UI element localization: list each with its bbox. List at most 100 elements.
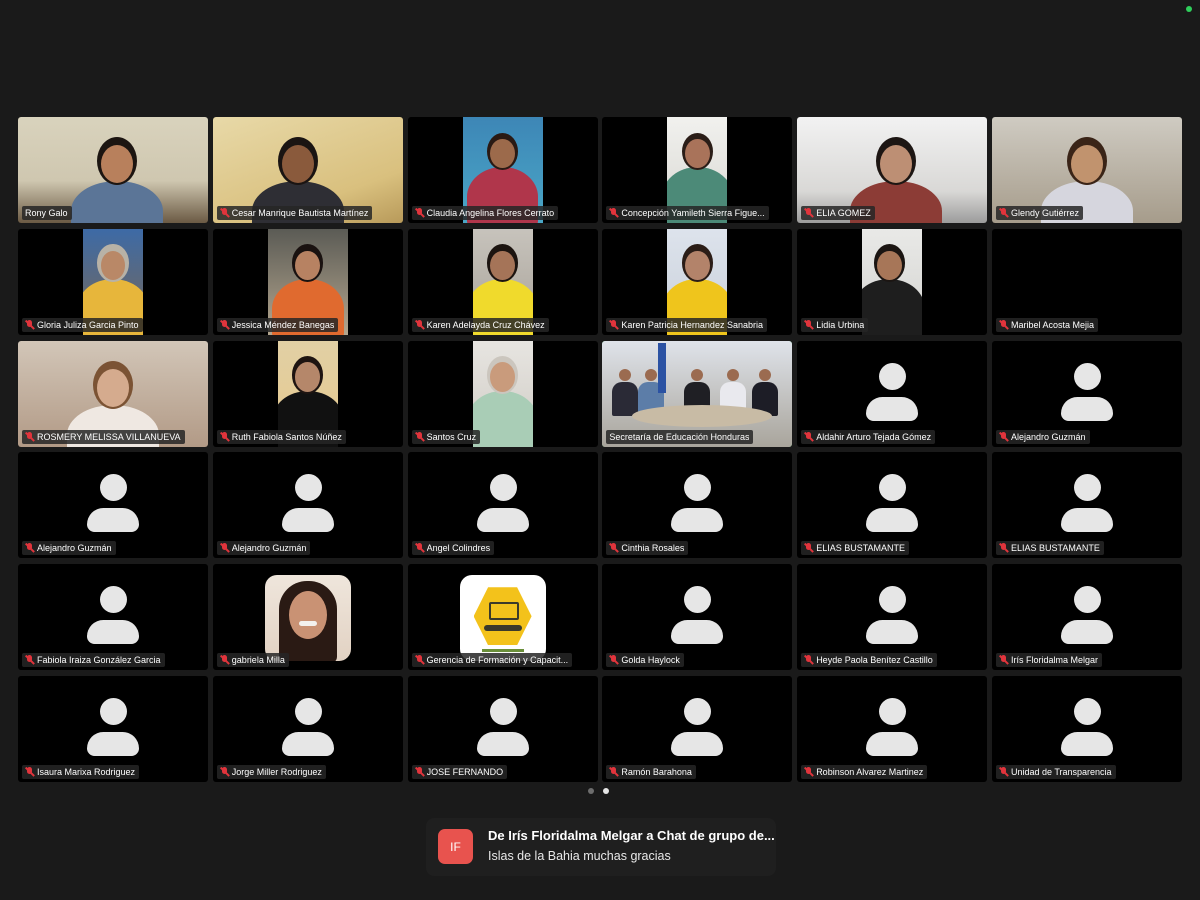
participant-tile-18[interactable]: Alejandro Guzmán: [991, 340, 1182, 447]
participant-name-label: Concepción Yamileth Sierra Figue...: [606, 206, 769, 220]
chat-notification-message: Islas de la Bahia muchas gracias: [488, 849, 671, 863]
muted-mic-icon: [415, 766, 424, 777]
participant-tile-31[interactable]: Isaura Marixa Rodriguez: [18, 675, 208, 782]
participant-tile-33[interactable]: JOSE FERNANDO: [407, 675, 598, 782]
participant-tile-20[interactable]: Alejandro Guzmán: [212, 452, 403, 559]
participant-tile-30[interactable]: Irís Floridalma Melgar: [991, 564, 1182, 671]
participant-tile-36[interactable]: Unidad de Transparencia: [991, 675, 1182, 782]
participant-grid: Rony Galo Cesar Manrique Bautista Martíne…: [18, 117, 1182, 782]
pager-dot-page-1[interactable]: [588, 788, 594, 794]
participant-name: gabriela Milla: [231, 655, 285, 666]
participant-name-label: Karen Patricia Hernandez Sanabria: [606, 317, 767, 332]
default-avatar-icon: [1060, 697, 1113, 760]
muted-mic-icon: [999, 655, 1008, 665]
participant-tile-17[interactable]: Aldahir Arturo Tejada Gómez: [797, 340, 988, 447]
participant-name: Cesar Manrique Bautista Martínez: [231, 208, 369, 218]
participant-name: Concepción Yamileth Sierra Figue...: [621, 208, 765, 218]
participant-tile-8[interactable]: Jessica Méndez Banegas: [212, 228, 403, 335]
participant-name: Karen Adelayda Cruz Chávez: [426, 319, 545, 330]
muted-mic-icon: [609, 543, 618, 553]
participant-tile-14[interactable]: Ruth Fabiola Santos Núñez: [212, 340, 403, 447]
participant-tile-16[interactable]: Secretaría de Educación Honduras: [602, 340, 793, 447]
muted-mic-icon: [999, 766, 1008, 777]
participant-name: ELIA GOMEZ: [816, 208, 871, 218]
default-avatar-icon: [671, 586, 724, 648]
participant-tile-32[interactable]: Jorge Miller Rodriguez: [212, 675, 403, 782]
participant-name: Santos Cruz: [426, 431, 477, 442]
participant-tile-25[interactable]: Fabiola Iraiza González Garcia: [18, 564, 208, 671]
participant-name: Alejandro Guzmán: [231, 543, 307, 554]
participant-tile-5[interactable]: ELIA GOMEZ: [797, 117, 988, 223]
participant-tile-6[interactable]: Glendy Gutiérrez: [991, 117, 1182, 223]
participant-tile-15[interactable]: Santos Cruz: [407, 340, 598, 447]
participant-tile-23[interactable]: ELIAS BUSTAMANTE: [797, 452, 988, 559]
default-avatar-icon: [866, 586, 919, 648]
participant-name: Unidad de Transparencia: [1010, 766, 1112, 777]
muted-mic-icon: [804, 766, 813, 777]
organization-logo: [459, 575, 546, 662]
participant-name-label: Lidia Urbina: [801, 317, 869, 332]
participant-tile-21[interactable]: Angel Colindres: [407, 452, 598, 559]
participant-name: Maribel Acosta Mejia: [1010, 319, 1095, 330]
participant-tile-11[interactable]: Lidia Urbina: [797, 228, 988, 335]
muted-mic-icon: [804, 543, 813, 553]
camera-indicator-dot: [1186, 6, 1192, 12]
participant-name: Gloria Julizа Garcia Pinto: [37, 319, 139, 330]
participant-tile-22[interactable]: Cinthia Rosales: [602, 452, 793, 559]
participant-name-label: Claudia Angelina Flores Cerrato: [411, 206, 559, 220]
default-avatar-icon: [87, 697, 139, 760]
participant-tile-2[interactable]: Cesar Manrique Bautista Martínez: [212, 117, 403, 223]
participant-tile-7[interactable]: Gloria Julizа Garcia Pinto: [18, 228, 208, 335]
participant-name-label: Alejandro Guzmán: [995, 429, 1090, 444]
participant-name: Jorge Miller Rodriguez: [231, 766, 322, 777]
participant-tile-27[interactable]: Gerencia de Formación y Capacit...: [407, 564, 598, 671]
pager-dot-page-2[interactable]: [603, 788, 609, 794]
participant-tile-9[interactable]: Karen Adelayda Cruz Chávez: [407, 228, 598, 335]
chat-notification[interactable]: IF De Irís Floridalma Melgar a Chat de g…: [426, 818, 776, 876]
participant-name: Rony Galo: [25, 208, 68, 218]
participant-name-label: Irís Floridalma Melgar: [995, 653, 1103, 668]
participant-tile-10[interactable]: Karen Patricia Hernandez Sanabria: [602, 228, 793, 335]
muted-mic-icon: [804, 431, 813, 442]
participant-tile-3[interactable]: Claudia Angelina Flores Cerrato: [407, 117, 598, 223]
participant-name-label: ROSMERY MELISSA VILLANUEVA: [22, 429, 185, 444]
muted-mic-icon: [220, 655, 229, 665]
participant-tile-26[interactable]: gabriela Milla: [212, 564, 403, 671]
participant-tile-4[interactable]: Concepción Yamileth Sierra Figue...: [602, 117, 793, 223]
participant-name: Irís Floridalma Melgar: [1010, 655, 1099, 666]
participant-name: Lidia Urbina: [816, 319, 865, 330]
muted-mic-icon: [609, 766, 618, 777]
muted-mic-icon: [609, 208, 618, 218]
participant-tile-29[interactable]: Heyde Paola Benítez Castillo: [797, 564, 988, 671]
participant-name-label: Golda Haylock: [606, 653, 684, 668]
participant-name: Secretaría de Educación Honduras: [609, 431, 750, 442]
participant-tile-12[interactable]: Maribel Acosta Mejia: [991, 228, 1182, 335]
participant-tile-34[interactable]: Ramón Barahona: [602, 675, 793, 782]
participant-name-label: Alejandro Guzmán: [22, 541, 116, 556]
participant-name-label: Jorge Miller Rodriguez: [216, 764, 326, 779]
muted-mic-icon: [415, 319, 424, 330]
participant-tile-1[interactable]: Rony Galo: [18, 117, 208, 223]
participant-tile-28[interactable]: Golda Haylock: [602, 564, 793, 671]
participant-name-label: Maribel Acosta Mejia: [995, 317, 1099, 332]
participant-name-label: JOSE FERNANDO: [411, 764, 508, 779]
zoom-gallery-view: Rony Galo Cesar Manrique Bautista Martíne…: [0, 0, 1200, 900]
participant-name-label: Robinson Alvarez Martinez: [801, 764, 928, 779]
participant-tile-35[interactable]: Robinson Alvarez Martinez: [797, 675, 988, 782]
muted-mic-icon: [25, 319, 34, 330]
participant-tile-13[interactable]: ROSMERY MELISSA VILLANUEVA: [18, 340, 208, 447]
participant-name-label: Unidad de Transparencia: [995, 764, 1116, 779]
muted-mic-icon: [220, 766, 229, 777]
muted-mic-icon: [25, 543, 34, 553]
participant-name: Fabiola Iraiza González Garcia: [37, 655, 161, 666]
participant-name-label: Fabiola Iraiza González Garcia: [22, 653, 165, 668]
participant-name-label: Rony Galo: [22, 206, 72, 220]
default-avatar-icon: [281, 697, 334, 760]
participant-tile-24[interactable]: ELIAS BUSTAMANTE: [991, 452, 1182, 559]
muted-mic-icon: [804, 319, 813, 330]
sender-avatar: IF: [438, 829, 473, 864]
participant-tile-19[interactable]: Alejandro Guzmán: [18, 452, 208, 559]
participant-name-label: Karen Adelayda Cruz Chávez: [411, 317, 549, 332]
participant-name-label: Cesar Manrique Bautista Martínez: [216, 206, 373, 220]
participant-name: Heyde Paola Benítez Castillo: [816, 655, 933, 666]
